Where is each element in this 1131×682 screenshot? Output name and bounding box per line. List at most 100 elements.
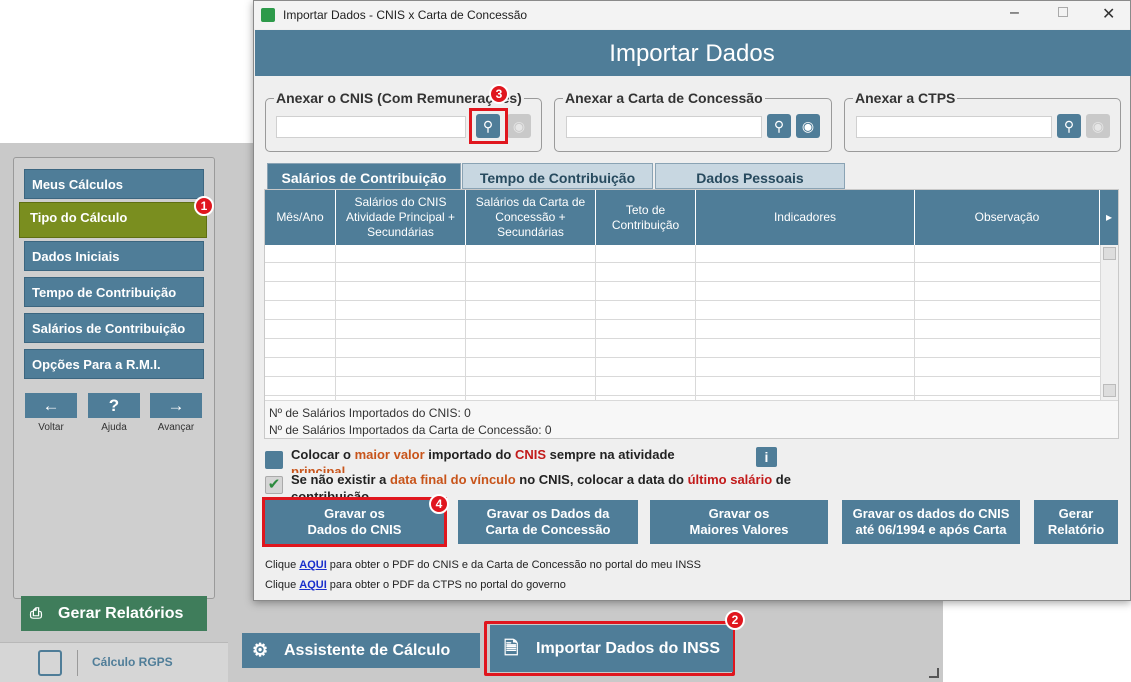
- carta-file-input[interactable]: [566, 116, 762, 138]
- forward-button[interactable]: →: [150, 393, 202, 418]
- column-header-mes-ano[interactable]: Mês/Ano: [265, 190, 336, 245]
- forward-label: Avançar: [157, 422, 195, 433]
- step-badge-2: 2: [725, 610, 745, 630]
- info-icon[interactable]: i: [756, 447, 777, 467]
- carta-attach-group: Anexar a Carta de Concessão ⚲ ◉: [554, 90, 832, 152]
- tab-dados-pessoais[interactable]: Dados Pessoais: [655, 163, 845, 189]
- cnis-attach-label: Anexar o CNIS (Com Remunerações): [274, 90, 524, 106]
- checkmark-icon: ✔: [267, 476, 281, 493]
- import-inss-data-button[interactable]: 🗎 Importar Dados do INSS: [490, 625, 733, 672]
- back-button[interactable]: ←: [25, 393, 77, 418]
- grid-column-divider: [595, 245, 596, 400]
- save-carta-data-button[interactable]: Gravar os Dados da Carta de Concessão: [458, 500, 638, 544]
- import-inss-data-label: Importar Dados do INSS: [536, 640, 721, 657]
- grid-column-divider: [695, 245, 696, 400]
- table-row[interactable]: [265, 340, 1100, 358]
- sidebar-item-tempo-de-contribuicao[interactable]: Tempo de Contribuição: [24, 277, 204, 307]
- data-final-option-label: Se não existir a data final do vínculo n…: [291, 472, 791, 487]
- carta-search-button[interactable]: ⚲: [767, 114, 791, 138]
- save-max-values-button[interactable]: Gravar os Maiores Valores: [650, 500, 828, 544]
- eye-icon: ◉: [512, 118, 526, 134]
- save-cnis-data-button[interactable]: Gravar os Dados do CNIS: [265, 500, 444, 544]
- generate-report-button[interactable]: Gerar Relatório: [1034, 500, 1118, 544]
- close-icon[interactable]: ✕: [1102, 4, 1115, 24]
- grid-column-divider: [914, 245, 915, 400]
- printer-icon: ⎙: [30, 605, 43, 622]
- assistant-icon: ⚙: [252, 640, 269, 660]
- table-row[interactable]: [265, 245, 1100, 263]
- sidebar-item-opcoes-rmi[interactable]: Opções Para a R.M.I.: [24, 349, 204, 379]
- column-scroll-right-icon[interactable]: ▸: [1100, 190, 1118, 245]
- grid-column-divider: [335, 245, 336, 400]
- table-row[interactable]: [265, 321, 1100, 339]
- table-row[interactable]: [265, 264, 1100, 282]
- resize-grip-icon[interactable]: [929, 668, 939, 678]
- app-name-label: Cálculo RGPS: [92, 655, 173, 669]
- minimize-icon[interactable]: –: [1010, 4, 1019, 22]
- table-row[interactable]: [265, 302, 1100, 320]
- calculator-icon: [38, 650, 62, 676]
- table-row[interactable]: [265, 359, 1100, 377]
- table-row[interactable]: [265, 283, 1100, 301]
- sidebar-item-dados-iniciais[interactable]: Dados Iniciais: [24, 241, 204, 271]
- app-logo-icon: [261, 8, 275, 22]
- column-header-indicadores[interactable]: Indicadores: [696, 190, 915, 245]
- help-button[interactable]: ?: [88, 393, 140, 418]
- carta-imported-count: Nº de Salários Importados da Carta de Co…: [269, 423, 552, 437]
- help-label: Ajuda: [101, 422, 127, 433]
- generate-reports-button[interactable]: ⎙ Gerar Relatórios: [21, 596, 207, 631]
- sidebar-item-tipo-do-calculo[interactable]: Tipo do Cálculo: [19, 202, 207, 238]
- search-icon: ⚲: [773, 118, 785, 134]
- ctps-attach-label: Anexar a CTPS: [853, 90, 958, 106]
- arrow-left-icon: ←: [42, 396, 60, 415]
- sidebar-item-salarios-de-contribuicao[interactable]: Salários de Contribuição: [24, 313, 204, 343]
- column-header-observacao[interactable]: Observação: [915, 190, 1100, 245]
- step-badge-4: 4: [429, 494, 449, 514]
- generate-reports-label: Gerar Relatórios: [58, 605, 184, 622]
- back-label: Voltar: [38, 422, 64, 433]
- ctps-pdf-link[interactable]: AQUI: [299, 579, 327, 591]
- ctps-file-input[interactable]: [856, 116, 1052, 138]
- ctps-attach-group: Anexar a CTPS ⚲ ◉: [844, 90, 1121, 152]
- calculation-assistant-label: Assistente de Cálculo: [284, 642, 451, 659]
- tab-tempo-de-contribuicao[interactable]: Tempo de Contribuição: [462, 163, 653, 189]
- step-badge-3: 3: [489, 84, 509, 104]
- cnis-pdf-link-text: Clique AQUI para obter o PDF do CNIS e d…: [265, 559, 701, 571]
- column-header-teto[interactable]: Teto de Contribuição: [596, 190, 696, 245]
- arrow-right-icon: →: [167, 396, 185, 415]
- window-title: Importar Dados - CNIS x Carta de Concess…: [283, 8, 528, 22]
- maior-valor-option-label: Colocar o maior valor importado do CNIS …: [291, 447, 675, 462]
- calculation-assistant-button[interactable]: ⚙ Assistente de Cálculo: [242, 633, 480, 668]
- cnis-view-button[interactable]: ◉: [507, 114, 531, 138]
- search-icon: ⚲: [1063, 118, 1075, 134]
- dialog-header-title: Importar Dados: [609, 40, 775, 67]
- save-cnis-1994-button[interactable]: Gravar os dados do CNIS até 06/1994 e apó…: [842, 500, 1020, 544]
- scroll-down-icon[interactable]: [1103, 384, 1116, 397]
- highlight-frame-cnis-search: [469, 108, 508, 144]
- carta-attach-label: Anexar a Carta de Concessão: [563, 90, 765, 106]
- maximize-icon: [1058, 7, 1068, 17]
- ctps-view-button[interactable]: ◉: [1086, 114, 1110, 138]
- column-header-salarios-cnis[interactable]: Salários do CNIS Atividade Principal + S…: [336, 190, 466, 245]
- ctps-search-button[interactable]: ⚲: [1057, 114, 1081, 138]
- table-row[interactable]: [265, 378, 1100, 396]
- cnis-imported-count: Nº de Salários Importados do CNIS: 0: [269, 406, 471, 420]
- maior-valor-checkbox[interactable]: [265, 451, 283, 469]
- grid-vertical-scrollbar[interactable]: [1100, 245, 1118, 400]
- footer-divider: [77, 650, 78, 676]
- column-header-salarios-carta[interactable]: Salários da Carta de Concessão + Secundá…: [466, 190, 596, 245]
- cnis-file-input[interactable]: [276, 116, 466, 138]
- ctps-pdf-link-text: Clique AQUI para obter o PDF da CTPS no …: [265, 579, 566, 591]
- eye-icon: ◉: [1091, 118, 1105, 134]
- data-final-checkbox[interactable]: ✔: [265, 476, 283, 494]
- eye-icon: ◉: [801, 118, 815, 134]
- sidebar-item-meus-calculos[interactable]: Meus Cálculos: [24, 169, 204, 199]
- step-badge-1: 1: [194, 196, 214, 216]
- grid-column-divider: [465, 245, 466, 400]
- scroll-up-icon[interactable]: [1103, 247, 1116, 260]
- question-icon: ?: [108, 396, 120, 415]
- carta-view-button[interactable]: ◉: [796, 114, 820, 138]
- document-icon: 🗎: [504, 638, 519, 658]
- tab-salarios-de-contribuicao[interactable]: Salários de Contribuição: [267, 163, 461, 190]
- cnis-pdf-link[interactable]: AQUI: [299, 559, 327, 571]
